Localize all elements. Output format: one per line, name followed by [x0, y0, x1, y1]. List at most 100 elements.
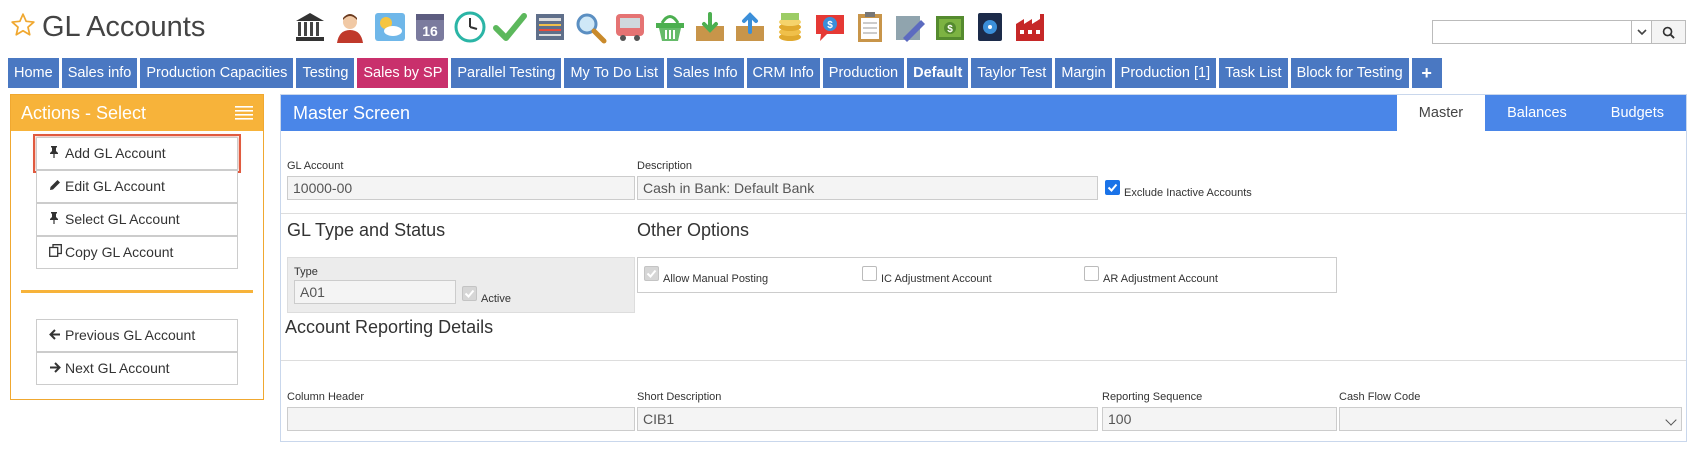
inbox-icon[interactable] [692, 9, 728, 45]
tab-task-list[interactable]: Task List [1219, 58, 1288, 88]
exclude-inactive-checkbox[interactable] [1105, 180, 1120, 195]
arrow-left-icon [49, 320, 63, 351]
clock-icon[interactable] [452, 9, 488, 45]
tab-budgets[interactable]: Budgets [1589, 95, 1686, 131]
manual-posting-checkbox[interactable] [644, 266, 659, 281]
description-label: Description [637, 160, 693, 172]
money-icon[interactable]: $ [932, 9, 968, 45]
ic-adjustment-label: IC Adjustment Account [881, 273, 992, 285]
other-options-heading: Other Options [637, 220, 750, 240]
add-gl-account-label: Add GL Account [65, 145, 166, 161]
checkmark-icon [464, 289, 475, 298]
section-divider [281, 360, 1686, 361]
factory-icon[interactable] [1012, 9, 1048, 45]
checkmark-icon [1107, 183, 1118, 192]
edit-gl-account-button[interactable]: Edit GL Account [36, 170, 238, 203]
copy-gl-account-label: Copy GL Account [65, 244, 174, 260]
checkmark-icon [646, 269, 657, 278]
chat-dollar-icon[interactable]: $ [812, 9, 848, 45]
reporting-sequence-field[interactable]: 100 [1102, 407, 1337, 431]
tab-testing[interactable]: Testing [296, 58, 355, 88]
app-header: GL Accounts 16 $ $ [0, 0, 1695, 56]
select-gl-account-label: Select GL Account [65, 211, 180, 227]
ic-adjustment-checkbox[interactable] [862, 266, 877, 281]
next-gl-account-button[interactable]: Next GL Account [36, 352, 238, 385]
add-gl-account-button[interactable]: Add GL Account [33, 134, 241, 173]
active-checkbox[interactable] [462, 286, 477, 301]
bank-icon[interactable] [292, 9, 328, 45]
gl-type-status-heading: GL Type and Status [287, 220, 446, 240]
calendar-icon[interactable]: 16 [412, 9, 448, 45]
checkmark-icon[interactable] [492, 9, 528, 45]
tab-margin[interactable]: Margin [1055, 58, 1112, 88]
toolbar: 16 $ $ [292, 9, 1048, 47]
tab-balances[interactable]: Balances [1485, 95, 1589, 131]
cash-flow-code-label: Cash Flow Code [1339, 391, 1421, 403]
coins-icon[interactable] [772, 9, 808, 45]
tab-production[interactable]: Production [822, 58, 905, 88]
truck-icon[interactable] [612, 9, 648, 45]
account-reporting-heading: Account Reporting Details [285, 317, 494, 337]
section-divider [281, 213, 1686, 214]
tab-master[interactable]: Master [1396, 95, 1486, 131]
other-options-group: Allow Manual Posting IC Adjustment Accou… [637, 257, 1337, 293]
safe-icon[interactable] [972, 9, 1008, 45]
tab-home[interactable]: Home [8, 58, 59, 88]
tab-block-for-testing[interactable]: Block for Testing [1290, 58, 1409, 88]
pencil-icon[interactable] [892, 9, 928, 45]
column-header-label: Column Header [287, 391, 365, 403]
tab-my-to-do-list[interactable]: My To Do List [564, 58, 665, 88]
ar-adjustment-checkbox[interactable] [1084, 266, 1099, 281]
magnifier-icon[interactable] [572, 9, 608, 45]
tab-crm-info[interactable]: CRM Info [746, 58, 820, 88]
short-description-field[interactable]: CIB1 [637, 407, 1098, 431]
tab-parallel-testing[interactable]: Parallel Testing [451, 58, 562, 88]
gl-account-field[interactable]: 10000-00 [287, 176, 635, 200]
clipboard-icon[interactable] [852, 9, 888, 45]
exclude-inactive-label: Exclude Inactive Accounts [1124, 187, 1252, 199]
column-header-field[interactable] [287, 407, 635, 431]
short-description-label: Short Description [637, 391, 722, 403]
tab-sales-by-sp[interactable]: Sales by SP [357, 58, 449, 88]
calendar-day: 16 [422, 23, 438, 39]
star-icon[interactable] [10, 12, 36, 38]
basket-icon[interactable] [652, 9, 688, 45]
type-field[interactable]: A01 [294, 280, 456, 304]
pencil-icon [49, 171, 63, 202]
tab-sales-info[interactable]: Sales info [61, 58, 138, 88]
arrow-right-icon [49, 353, 63, 384]
add-tab-button[interactable]: + [1411, 58, 1442, 88]
actions-panel-header: Actions - Select [11, 95, 263, 131]
search-dropdown-button[interactable] [1632, 20, 1652, 44]
tab-production-1[interactable]: Production [1] [1114, 58, 1217, 88]
next-gl-account-label: Next GL Account [65, 360, 170, 376]
hamburger-menu-icon[interactable] [235, 106, 253, 120]
manual-posting-label: Allow Manual Posting [663, 273, 769, 285]
copy-gl-account-button[interactable]: Copy GL Account [36, 236, 238, 269]
search-input[interactable] [1432, 20, 1632, 44]
outbox-icon[interactable] [732, 9, 768, 45]
tab-sales-info-2[interactable]: Sales Info [667, 58, 744, 88]
select-gl-account-button[interactable]: Select GL Account [36, 203, 238, 236]
actions-panel: Actions - Select Add GL Account Edit GL … [10, 94, 264, 400]
svg-text:$: $ [827, 20, 833, 31]
tab-default[interactable]: Default [907, 58, 969, 88]
active-label: Active [481, 293, 511, 305]
weather-icon[interactable] [372, 9, 408, 45]
previous-gl-account-button[interactable]: Previous GL Account [36, 319, 238, 352]
user-icon[interactable] [332, 9, 368, 45]
description-field[interactable]: Cash in Bank: Default Bank [637, 176, 1098, 200]
cash-flow-code-select[interactable] [1339, 407, 1682, 431]
search-icon [1662, 26, 1675, 39]
chevron-down-icon [1665, 414, 1677, 426]
news-icon[interactable] [532, 9, 568, 45]
search-button[interactable] [1652, 20, 1686, 44]
type-status-group: Type A01 Active [287, 257, 635, 313]
pin-icon [49, 138, 63, 169]
ar-adjustment-label: AR Adjustment Account [1103, 273, 1218, 285]
tab-production-capacities[interactable]: Production Capacities [140, 58, 294, 88]
tab-taylor-test[interactable]: Taylor Test [971, 58, 1053, 88]
copy-icon [49, 237, 63, 268]
workspace-tabs: Home Sales info Production Capacities Te… [8, 58, 1442, 88]
svg-text:$: $ [947, 24, 953, 35]
